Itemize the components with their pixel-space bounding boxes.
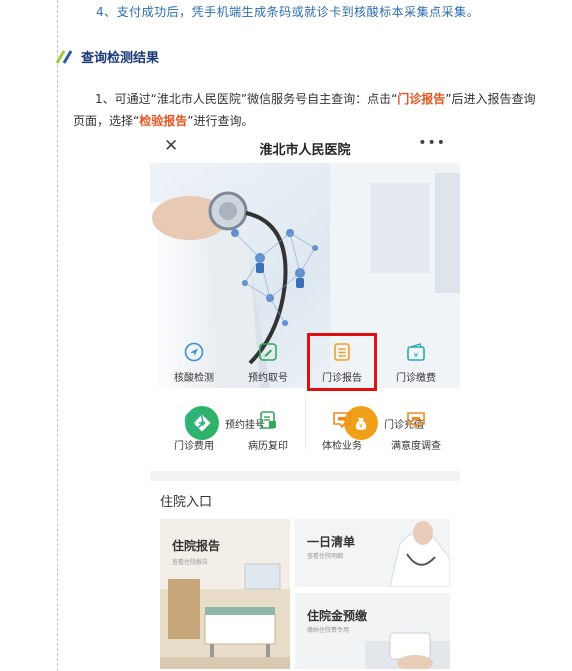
phone-title: 淮北市人民医院	[259, 143, 351, 158]
yen-circle-icon: ¥	[184, 410, 204, 430]
instruction-paragraph: 1、可通过“淮北市人民医院”微信服务号自主查询：点击“门诊报告”后进入报告查询页…	[73, 88, 537, 132]
chat-box-icon	[407, 412, 425, 429]
phone-screenshot: ✕ 淮北市人民医院 ••• 预约挂号 ¥ 门诊充值 核酸检测 预约取号 门诊报告…	[150, 131, 460, 671]
navigation-icon	[184, 342, 204, 362]
grid-item-medical-record-copy[interactable]: 病历复印	[233, 409, 303, 452]
svg-text:¥: ¥	[414, 352, 419, 360]
card-inpatient-report[interactable]: 住院报告 查看住院报告	[160, 519, 290, 669]
card-title-deposit: 住院金预缴	[307, 609, 368, 623]
para-text-1: 1、可通过“淮北市人民医院”微信服务号自主查询：点击“	[95, 92, 398, 106]
grid-item-outpatient-payment[interactable]: ¥ 门诊缴费	[381, 341, 451, 384]
section-header: 查询检测结果	[55, 47, 159, 66]
grid-label-physical-exam: 体检业务	[322, 441, 362, 452]
svg-text:¥: ¥	[191, 416, 197, 427]
card-sub-daily-list: 查看住院明细	[307, 553, 344, 560]
grid-item-outpatient-fees[interactable]: ¥ 门诊费用	[159, 409, 229, 452]
grid-label-outpatient-payment: 门诊缴费	[396, 373, 436, 384]
inpatient-title: 住院入口	[160, 495, 213, 510]
grid-label-outpatient-fees: 门诊费用	[174, 441, 214, 452]
wallet-icon: ¥	[407, 343, 425, 361]
copy-document-icon	[260, 411, 276, 429]
grid-item-physical-exam[interactable]: 体检业务	[307, 409, 377, 452]
step-4-text: 4、支付成功后，凭手机端生成条码或就诊卡到核酸标本采集点采集。	[96, 5, 480, 19]
grid-item-appointment-number[interactable]: 预约取号	[233, 341, 303, 384]
grid-label-satisfaction-survey: 满意度调查	[391, 441, 441, 452]
double-slash-icon	[55, 49, 73, 64]
highlight-box	[307, 333, 377, 391]
section-title: 查询检测结果	[81, 51, 160, 66]
grid-label-appointment-number: 预约取号	[248, 373, 288, 384]
grid-item-satisfaction-survey[interactable]: 满意度调查	[381, 409, 451, 452]
card-title-daily-list: 一日清单	[307, 535, 356, 549]
para-text-3: ”进行查询。	[187, 114, 254, 128]
grid-label-medical-record-copy: 病历复印	[248, 441, 288, 452]
section-gap	[150, 471, 460, 481]
grid-label-nucleic-test: 核酸检测	[174, 373, 214, 384]
highlight-lab-report: 检验报告	[139, 114, 188, 128]
more-icon[interactable]: •••	[418, 135, 446, 151]
grid-item-nucleic-test[interactable]: 核酸检测	[159, 341, 229, 384]
highlight-outpatient-report: 门诊报告	[397, 92, 446, 106]
phone-title-bar: ✕ 淮北市人民医院 •••	[150, 131, 460, 163]
card-title-inpatient-report: 住院报告	[172, 539, 221, 553]
chat-box-icon	[333, 412, 351, 429]
card-sub-inpatient-report: 查看住院报告	[172, 559, 209, 566]
dashed-guide-line	[57, 0, 58, 671]
button-divider	[305, 397, 306, 449]
card-daily-list[interactable]: 一日清单 查看住院明细	[295, 519, 450, 587]
card-deposit[interactable]: 住院金预缴 缴纳住院费专用	[295, 593, 450, 669]
card-sub-deposit: 缴纳住院费专用	[307, 627, 350, 634]
edit-icon	[259, 343, 277, 361]
